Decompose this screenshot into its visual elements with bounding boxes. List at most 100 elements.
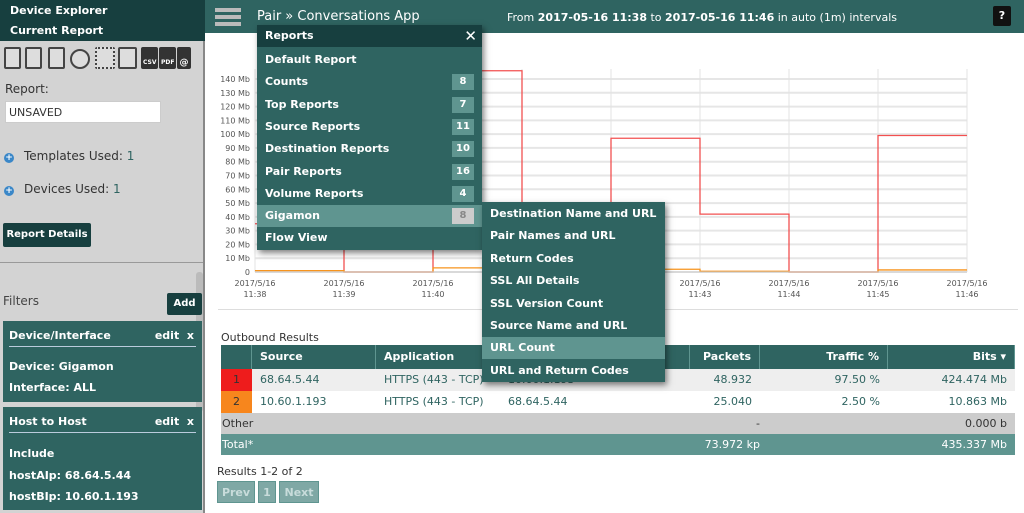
- templates-used-toggle[interactable]: + Templates Used: 1: [4, 149, 134, 163]
- report-details-button[interactable]: Report Details: [3, 223, 91, 247]
- submenu-item-source-name-and-url[interactable]: Source Name and URL: [482, 315, 665, 337]
- x-tick-time: 11:44: [777, 290, 800, 299]
- table-cell: 97.50 %: [834, 373, 880, 386]
- remove-filter-button[interactable]: x: [187, 415, 194, 428]
- submenu-item-url-count[interactable]: URL Count: [482, 337, 665, 360]
- next-button[interactable]: Next: [279, 481, 319, 503]
- submenu-item-url-and-return-codes[interactable]: URL and Return Codes: [482, 360, 665, 382]
- table-cell: 424.474 Mb: [941, 373, 1007, 386]
- total-row: Total* 73.972 kp 435.337 Mb: [221, 434, 1015, 455]
- submenu-item-ssl-all-details[interactable]: SSL All Details: [482, 270, 665, 292]
- menu-item-flow-view[interactable]: Flow View: [257, 227, 482, 249]
- y-tick-label: 80 Mb: [225, 158, 250, 167]
- bits-cell: 0.000 b: [965, 417, 1007, 430]
- close-icon[interactable]: ✕: [464, 27, 477, 45]
- device-explorer-link[interactable]: Device Explorer: [10, 4, 107, 17]
- filter-title: Host to Host: [9, 415, 87, 428]
- menu-item-source-reports[interactable]: Source Reports 11: [257, 116, 482, 138]
- clock-icon[interactable]: [70, 49, 90, 69]
- pdf-icon[interactable]: PDF: [159, 47, 176, 69]
- table-cell: 10.60.1.193: [260, 395, 327, 408]
- x-tick-time: 11:40: [421, 290, 444, 299]
- count-badge: 16: [452, 163, 474, 180]
- table-cell: 68.64.5.44: [508, 395, 568, 408]
- y-tick-label: 130 Mb: [220, 89, 250, 98]
- bits-cell: 435.337 Mb: [941, 438, 1007, 451]
- trash-icon[interactable]: [4, 47, 21, 69]
- menu-item-label: Default Report: [265, 53, 357, 66]
- x-tick-time: 11:39: [332, 290, 355, 299]
- print-icon[interactable]: [118, 47, 137, 69]
- y-tick-label: 0: [245, 268, 250, 277]
- edit-link[interactable]: edit: [155, 329, 179, 342]
- x-tick-date: 2017/5/16: [857, 279, 898, 288]
- count-badge: 8: [452, 74, 474, 91]
- devices-label: Devices Used:: [24, 182, 110, 196]
- x-tick-date: 2017/5/16: [412, 279, 453, 288]
- page-1-button[interactable]: 1: [258, 481, 276, 503]
- grid-icon[interactable]: [95, 47, 115, 69]
- templates-label: Templates Used:: [24, 149, 123, 163]
- column-header[interactable]: Packets ⇕: [690, 345, 760, 387]
- remove-filter-button[interactable]: x: [187, 329, 194, 342]
- submenu-item-pair-names-and-url[interactable]: Pair Names and URL: [482, 225, 665, 247]
- csv-icon[interactable]: CSV: [141, 47, 158, 69]
- add-filter-button[interactable]: Add: [167, 293, 202, 315]
- menu-item-destination-reports[interactable]: Destination Reports 10: [257, 138, 482, 160]
- email-icon[interactable]: @: [177, 47, 191, 69]
- submenu-item-return-codes[interactable]: Return Codes: [482, 248, 665, 270]
- help-button[interactable]: ?: [993, 6, 1011, 26]
- table-cell: 68.64.5.44: [260, 373, 320, 386]
- filter-device-interface: Device/Interface edit x Device: Gigamon …: [3, 321, 202, 402]
- y-tick-label: 40 Mb: [225, 213, 250, 222]
- column-header[interactable]: Bits ▾: [888, 345, 1015, 369]
- count-badge: 11: [452, 118, 474, 135]
- y-tick-label: 10 Mb: [225, 254, 250, 263]
- x-tick-date: 2017/5/16: [679, 279, 720, 288]
- row-label: Other: [222, 417, 254, 430]
- devices-count: 1: [113, 182, 121, 196]
- submenu-item-ssl-version-count[interactable]: SSL Version Count: [482, 293, 665, 315]
- filter-actions: edit x: [155, 415, 194, 428]
- filter-line: Interface: ALL: [9, 381, 97, 394]
- packets-cell: -: [756, 417, 760, 430]
- plus-icon: +: [4, 153, 14, 163]
- prev-button[interactable]: Prev: [217, 481, 255, 503]
- column-header: [221, 345, 252, 369]
- menu-item-counts[interactable]: Counts 8: [257, 71, 482, 93]
- menu-item-volume-reports[interactable]: Volume Reports 4: [257, 183, 482, 205]
- sidebar-header: Device Explorer Current Report: [0, 0, 205, 41]
- divider: [9, 432, 196, 433]
- reports-menu: Reports ✕ Default Report Counts 8 Top Repor…: [257, 25, 482, 250]
- devices-used-toggle[interactable]: + Devices Used: 1: [4, 182, 121, 196]
- results-title: Outbound Results: [221, 331, 319, 344]
- menu-item-pair-reports[interactable]: Pair Reports 16: [257, 161, 482, 183]
- save-as-icon[interactable]: [48, 47, 65, 69]
- report-label: Report:: [5, 82, 49, 96]
- menu-item-label: Top Reports: [265, 97, 339, 111]
- count-badge: 10: [452, 141, 474, 158]
- table-cell: 2.50 %: [841, 395, 880, 408]
- report-name-input[interactable]: [5, 101, 161, 123]
- submenu-item-destination-name-and-url[interactable]: Destination Name and URL: [482, 203, 665, 225]
- y-tick-label: 30 Mb: [225, 227, 250, 236]
- row-index: 2: [221, 391, 252, 413]
- table-cell: 48.932 kp: [713, 373, 753, 408]
- save-icon[interactable]: [25, 47, 42, 69]
- x-tick-time: 11:45: [866, 290, 889, 299]
- column-header[interactable]: Traffic %: [760, 345, 888, 369]
- y-tick-label: 50 Mb: [225, 199, 250, 208]
- menu-item-gigamon[interactable]: Gigamon 8: [257, 205, 482, 228]
- x-tick-time: 11:43: [688, 290, 711, 299]
- menu-item-default-report[interactable]: Default Report: [257, 49, 482, 71]
- y-tick-label: 140 Mb: [220, 75, 250, 84]
- current-report-link[interactable]: Current Report: [10, 24, 103, 37]
- menu-item-top-reports[interactable]: Top Reports 7: [257, 94, 482, 116]
- count-badge: 8: [452, 208, 474, 225]
- page-title: Pair » Conversations App: [257, 9, 420, 24]
- row-label: Total*: [222, 438, 254, 451]
- hamburger-menu-icon[interactable]: [215, 8, 241, 26]
- menu-item-label: Counts: [265, 75, 309, 89]
- edit-link[interactable]: edit: [155, 415, 179, 428]
- column-header[interactable]: Source: [252, 345, 376, 369]
